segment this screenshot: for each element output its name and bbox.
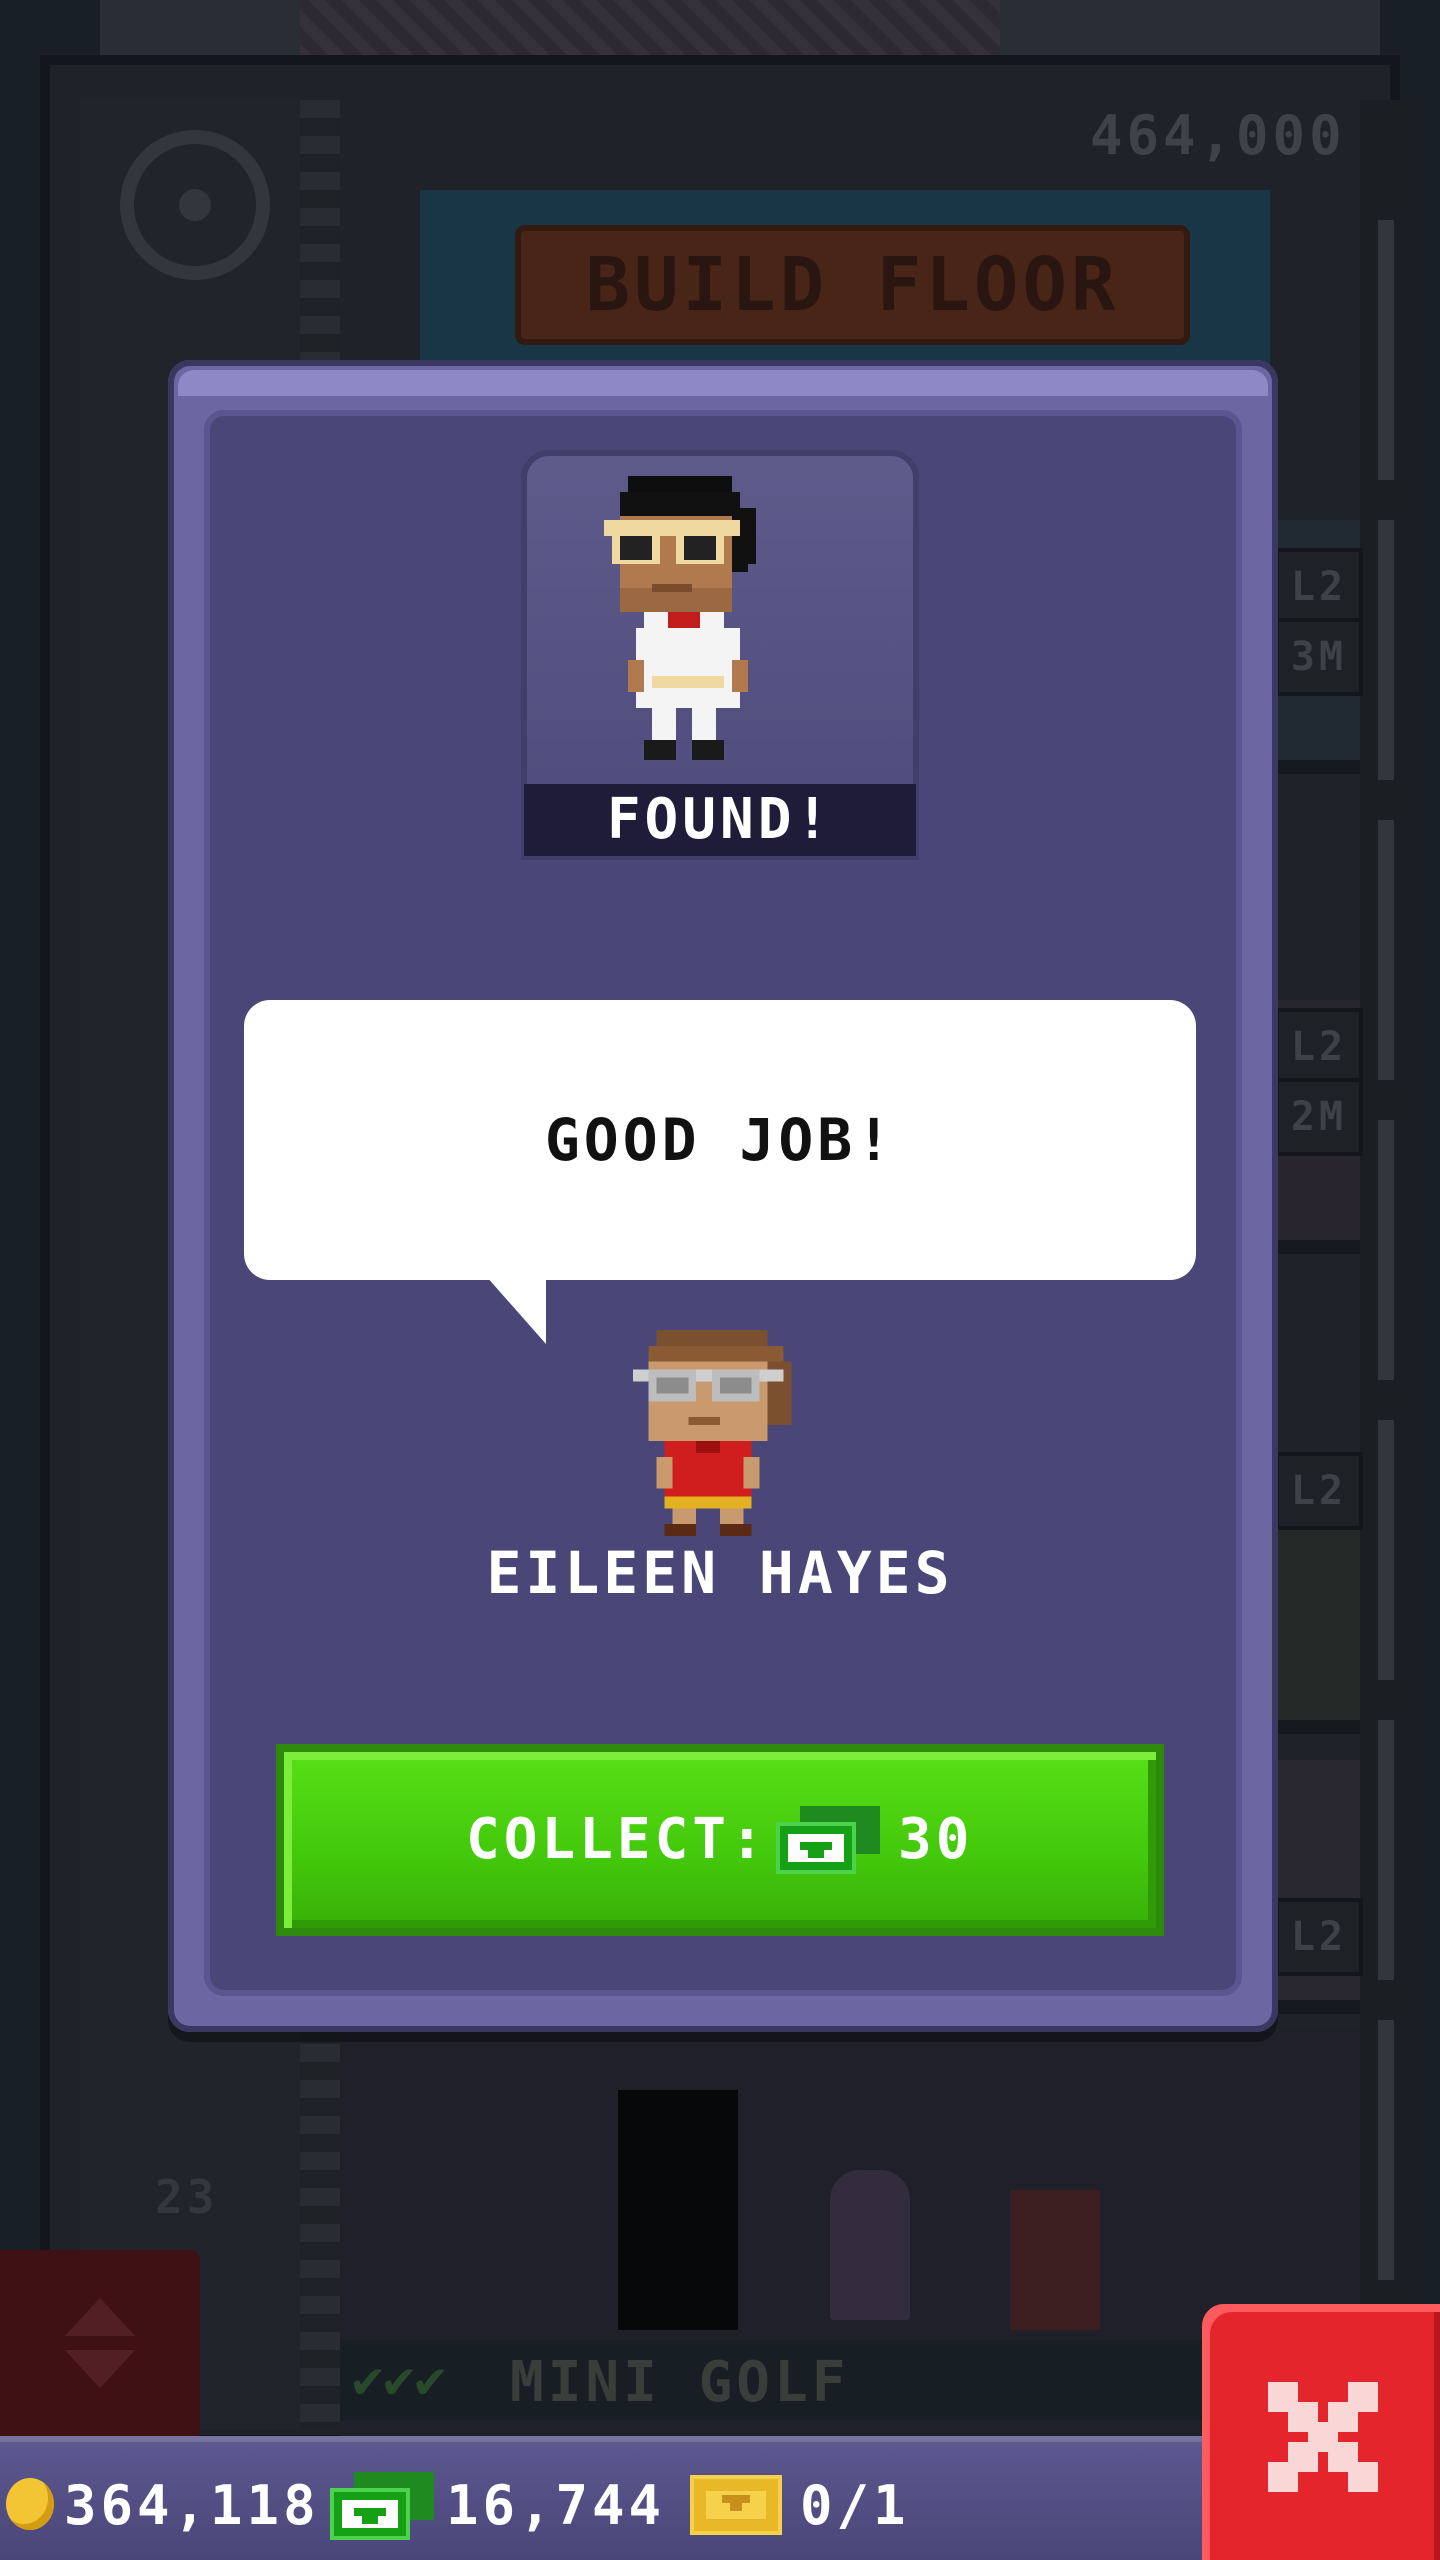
coin-balance: 364,118 — [64, 2474, 320, 2537]
found-label: FOUND! — [524, 784, 916, 856]
golden-ticket-icon — [690, 2475, 782, 2535]
bux-balance: 16,744 — [446, 2474, 666, 2537]
speaker-character-sprite — [632, 1330, 792, 1536]
speech-text: GOOD JOB! — [544, 1106, 896, 1174]
character-name: EILEEN HAYES — [486, 1539, 954, 1607]
collect-label: COLLECT: — [466, 1807, 768, 1872]
tower-bux-icon — [330, 2472, 434, 2540]
collect-amount: 30 — [898, 1807, 974, 1872]
coin-icon — [6, 2478, 54, 2530]
speech-bubble-tail — [486, 1276, 546, 1344]
close-icon — [1268, 2382, 1378, 2492]
tower-bux-icon — [776, 1806, 880, 1874]
ticket-count: 0/1 — [800, 2474, 910, 2537]
dialog-highlight — [178, 370, 1268, 396]
found-character-sprite — [604, 476, 756, 760]
